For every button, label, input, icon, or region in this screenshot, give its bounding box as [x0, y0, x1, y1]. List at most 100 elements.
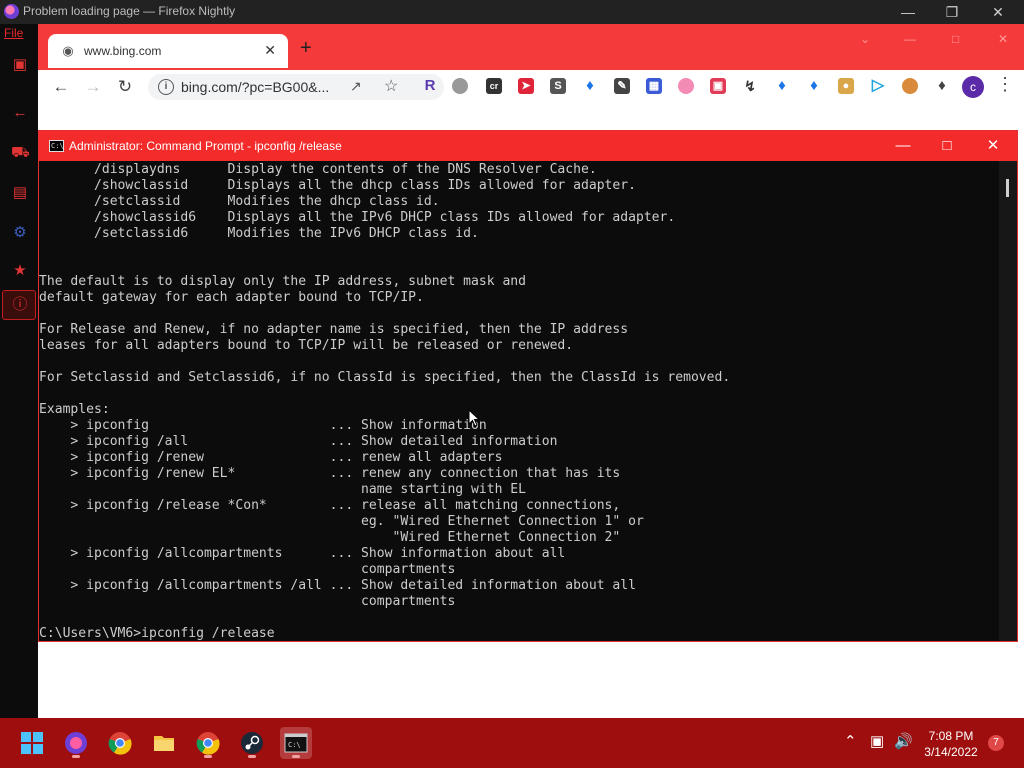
console-line: > ipconfig /renew ... renew all adapters — [39, 450, 503, 465]
cr-extension-icon[interactable]: cr — [486, 78, 502, 94]
play-extension-icon[interactable]: ▷ — [870, 78, 886, 94]
archive-icon[interactable]: ▤ — [11, 184, 29, 202]
console-line: name starting with EL — [39, 482, 527, 497]
back-arrow-icon[interactable]: ← — [11, 104, 29, 122]
extensions-menu-icon[interactable]: ♦ — [934, 78, 950, 94]
command-prompt-window[interactable]: C:\ Administrator: Command Prompt - ipco… — [38, 130, 1018, 642]
s-extension-icon[interactable]: S — [550, 78, 566, 94]
network-icon[interactable]: ▣ — [870, 732, 884, 750]
running-indicator — [248, 755, 256, 758]
browser-minimize-icon[interactable]: — — [904, 32, 916, 46]
console-line: > ipconfig /allcompartments ... Show inf… — [39, 546, 566, 561]
volume-icon[interactable]: 🔊 — [894, 732, 913, 750]
puzzle-blue-2-icon[interactable]: ♦ — [806, 78, 822, 94]
scrollbar-thumb[interactable] — [1006, 179, 1009, 197]
url-text[interactable]: bing.com/?pc=BG00&... — [181, 79, 329, 95]
tab-label: www.bing.com — [84, 44, 162, 58]
console-line: eg. "Wired Ethernet Connection 1" or — [39, 514, 644, 529]
console-line: Examples: — [39, 402, 110, 417]
bolt-extension-icon[interactable]: ↯ — [742, 78, 758, 94]
tab-bing[interactable]: ◉ www.bing.com ✕ — [48, 34, 288, 68]
console-line: C:\Users\VM6>ipconfig /release — [39, 626, 275, 641]
bookmark-star-icon[interactable]: ☆ — [384, 76, 398, 96]
flag-extension-icon[interactable] — [678, 78, 694, 94]
dark-extension-icon[interactable]: ✎ — [614, 78, 630, 94]
tab-close-icon[interactable]: ✕ — [264, 42, 276, 59]
profile-avatar[interactable]: c — [962, 76, 984, 98]
address-bar[interactable]: i bing.com/?pc=BG00&... ↗ ☆ — [148, 74, 444, 100]
firefox-nightly-icon — [4, 4, 19, 19]
cookie-extension-icon[interactable] — [902, 78, 918, 94]
console-line: /setclassid6 Modifies the IPv6 DHCP clas… — [39, 226, 479, 241]
image-extension-icon[interactable]: ▣ — [710, 78, 726, 94]
restore-icon[interactable]: ❐ — [942, 2, 962, 22]
info-icon[interactable]: i — [158, 79, 174, 95]
tab-list-icon[interactable]: ⌄ — [860, 32, 870, 46]
steam-icon[interactable] — [236, 727, 268, 759]
back-button[interactable]: ← — [50, 76, 72, 98]
reload-button[interactable]: ↻ — [114, 76, 136, 98]
puzzle-blue-icon[interactable]: ♦ — [774, 78, 790, 94]
console-line: > ipconfig /all ... Show detailed inform… — [39, 434, 558, 449]
minimize-icon[interactable]: — — [898, 2, 918, 22]
extension-icon[interactable]: ★ — [11, 262, 29, 280]
command-prompt-taskbar-icon[interactable]: C:\ — [280, 727, 312, 759]
console-line: /setclassid Modifies the dhcp class id. — [39, 194, 440, 209]
file-explorer-icon[interactable] — [148, 727, 180, 759]
notification-badge[interactable]: 7 — [988, 735, 1004, 751]
tab-strip: ◉ www.bing.com ✕ + ⌄ — □ ✕ — [38, 24, 1024, 70]
globe-icon: ◉ — [62, 43, 74, 58]
chrome-taskbar-icon[interactable] — [104, 727, 136, 759]
console-line: > ipconfig /allcompartments /all ... Sho… — [39, 578, 636, 593]
console-line: compartments — [39, 562, 456, 577]
start-button[interactable] — [16, 727, 48, 759]
console-text: /displaydns Display the contents of the … — [39, 162, 730, 641]
doge-extension-icon[interactable]: ● — [838, 78, 854, 94]
truck-icon[interactable]: ⛟ — [11, 144, 30, 162]
console-scrollbar[interactable] — [999, 161, 1017, 641]
firefox-taskbar-icon[interactable] — [60, 727, 92, 759]
info-icon[interactable]: ⓘ — [11, 296, 29, 314]
settings-icon[interactable]: ⚙ — [11, 224, 29, 242]
firefox-window-title: Problem loading page — Firefox Nightly — [23, 4, 236, 18]
r-extension-icon[interactable]: R — [422, 78, 438, 94]
pin-extension-icon[interactable]: ➤ — [518, 78, 534, 94]
cmd-minimize-icon[interactable]: — — [891, 135, 915, 157]
cmd-titlebar[interactable]: C:\ Administrator: Command Prompt - ipco… — [39, 131, 1017, 161]
clock-date: 3/14/2022 — [924, 745, 978, 759]
cmd-close-icon[interactable]: ✕ — [981, 135, 1005, 157]
new-tab-button[interactable]: + — [300, 38, 312, 58]
browser-menu-icon[interactable]: ⋮ — [996, 74, 1014, 95]
console-line: /showclassid6 Displays all the IPv6 DHCP… — [39, 210, 676, 225]
folder-icon[interactable]: ▣ — [11, 56, 29, 74]
console-line: The default is to display only the IP ad… — [39, 274, 527, 289]
browser-restore-icon[interactable]: □ — [952, 32, 959, 46]
gray-extension-icon[interactable] — [452, 78, 468, 94]
console-line: For Setclassid and Setclassid6, if no Cl… — [39, 370, 731, 385]
close-icon[interactable]: ✕ — [988, 2, 1008, 22]
navigation-bar: ← → ↻ i bing.com/?pc=BG00&... ↗ ☆ R cr ➤… — [38, 70, 1024, 104]
console-line: > ipconfig /release *Con* ... release al… — [39, 498, 621, 513]
console-line: compartments — [39, 594, 456, 609]
puzzle-icon[interactable]: ♦ — [582, 78, 598, 94]
file-menu[interactable]: File — [4, 26, 23, 40]
browser-close-icon[interactable]: ✕ — [998, 32, 1008, 46]
system-clock[interactable]: 7:08 PM 3/14/2022 — [916, 728, 986, 760]
console-output[interactable]: /displaydns Display the contents of the … — [39, 161, 999, 641]
svg-text:C:\: C:\ — [288, 741, 301, 749]
console-line: leases for all adapters bound to TCP/IP … — [39, 338, 574, 353]
share-icon[interactable]: ↗ — [350, 78, 362, 95]
cmd-maximize-icon[interactable]: □ — [935, 135, 959, 157]
firefox-titlebar: Problem loading page — Firefox Nightly —… — [0, 0, 1024, 24]
grid-extension-icon[interactable]: ▦ — [646, 78, 662, 94]
show-hidden-icons-chevron[interactable]: ⌃ — [844, 732, 857, 750]
forward-button[interactable]: → — [82, 76, 104, 98]
console-line: For Release and Renew, if no adapter nam… — [39, 322, 629, 337]
chrome-alt-taskbar-icon[interactable] — [192, 727, 224, 759]
